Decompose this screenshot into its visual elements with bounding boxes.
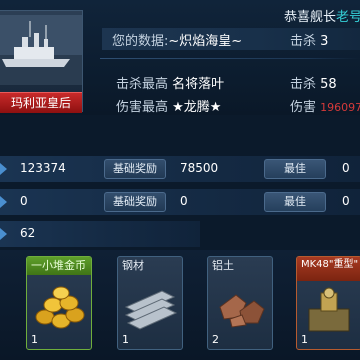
max-kill-player: 名将落叶	[172, 77, 225, 92]
reward-item-bauxite[interactable]: 铝土 2	[207, 256, 273, 350]
base-reward-value: 78500	[180, 161, 219, 175]
congrats-prefix: 恭喜舰长	[284, 10, 337, 25]
item-name: MK48"重型"	[297, 257, 360, 281]
congrats-banner: 恭喜舰长老号	[284, 8, 360, 28]
max-kill-stat-label: 击杀	[290, 77, 317, 92]
max-kill-record: 击杀最高 名将落叶	[116, 73, 224, 92]
best-value: 0	[342, 161, 350, 175]
item-count: 2	[212, 333, 219, 346]
item-count: 1	[301, 333, 308, 346]
bauxite-ore-icon	[219, 294, 265, 328]
item-name: 钢材	[122, 259, 144, 272]
best-badge: 最佳	[264, 192, 326, 212]
reward-item-torpedo[interactable]: MK48"重型" 1	[296, 256, 360, 350]
max-damage-record: 伤害最高 ★龙腾★	[116, 96, 221, 115]
row-pointer-icon	[0, 228, 7, 240]
steel-bars-icon	[124, 290, 178, 330]
item-name: 铝土	[212, 259, 234, 272]
item-name: 一小堆金币	[27, 257, 91, 275]
row-pointer-icon	[0, 163, 7, 175]
best-badge: 最佳	[264, 159, 326, 179]
max-kill-stat-value: 58	[320, 77, 337, 92]
my-data: 您的数据:~炽焰海皇~	[112, 30, 242, 49]
row-1-value: 123374	[20, 161, 66, 175]
my-kills-label: 击杀	[290, 34, 317, 49]
torpedo-crate-icon	[308, 287, 350, 332]
my-data-label: 您的数据:	[112, 34, 169, 49]
my-kills-value: 3	[320, 34, 329, 49]
row-3-value: 62	[20, 226, 36, 240]
row-2-value: 0	[20, 194, 28, 208]
base-reward-badge: 基础奖励	[104, 192, 166, 212]
reward-item-steel[interactable]: 钢材 1	[117, 256, 183, 350]
divider	[100, 58, 360, 59]
base-reward-badge: 基础奖励	[104, 159, 166, 179]
max-kill-label: 击杀最高	[116, 77, 169, 92]
my-data-name: ~炽焰海皇~	[168, 34, 243, 49]
best-value: 0	[342, 194, 350, 208]
item-count: 1	[31, 333, 38, 346]
ship-name: 玛利亚皇后	[0, 92, 82, 113]
my-kills: 击杀 3	[290, 30, 328, 49]
item-count: 1	[122, 333, 129, 346]
gold-coins-icon	[35, 286, 85, 329]
reward-item-gold[interactable]: 一小堆金币 1	[26, 256, 92, 350]
captain-name: 老号	[336, 10, 360, 25]
row-pointer-icon	[0, 196, 7, 208]
base-reward-value: 0	[180, 194, 188, 208]
max-damage-stat: 伤害 196097	[290, 96, 360, 115]
battleship-icon	[0, 15, 82, 85]
max-damage-label: 伤害最高	[116, 100, 169, 115]
max-damage-stat-value: 196097	[320, 101, 360, 114]
max-damage-player: ★龙腾★	[172, 100, 222, 115]
max-damage-stat-label: 伤害	[290, 100, 317, 115]
max-kill-stat: 击杀 58	[290, 73, 337, 92]
